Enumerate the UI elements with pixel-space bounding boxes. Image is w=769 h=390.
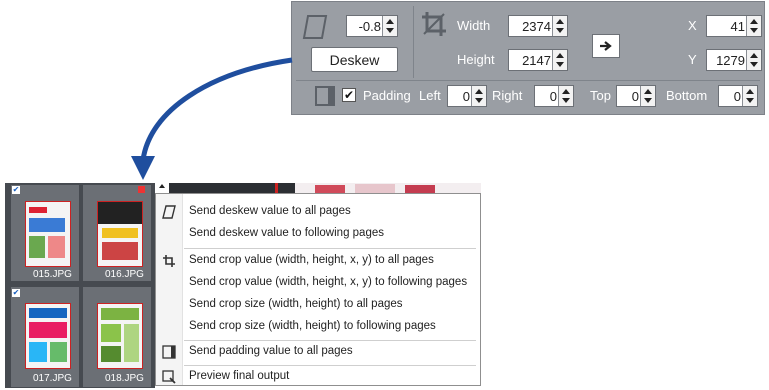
padding-icon <box>162 345 176 359</box>
page-preview <box>25 201 71 267</box>
thumbnail-filename: 016.JPG <box>105 269 144 280</box>
thumbnail-filename: 018.JPG <box>105 373 144 384</box>
page-preview <box>97 303 143 369</box>
thumbnail-filename: 017.JPG <box>33 373 72 384</box>
menu-divider <box>184 365 476 366</box>
menu-item-send-deskew-all[interactable]: Send deskew value to all pages <box>189 205 351 217</box>
thumbnail-checkbox[interactable]: ✔ <box>12 186 20 194</box>
thumbnail-panel: ✔ 015.JPG 016.JPG ✔ 017.JPG 018.JPG <box>5 183 155 388</box>
menu-item-send-crop-value-following[interactable]: Send crop value (width, height, x, y) to… <box>189 276 467 288</box>
menu-divider <box>184 340 476 341</box>
preview-icon <box>162 370 176 384</box>
scroll-up-icon[interactable] <box>159 184 165 188</box>
deskew-icon <box>162 205 176 219</box>
close-icon[interactable] <box>138 186 145 193</box>
menu-item-send-crop-value-all[interactable]: Send crop value (width, height, x, y) to… <box>189 254 434 266</box>
menu-divider <box>184 248 476 249</box>
thumbnail-filename: 015.JPG <box>33 269 72 280</box>
thumbnail-checkbox[interactable]: ✔ <box>12 289 20 297</box>
page-preview <box>97 201 143 267</box>
page-canvas-strip <box>155 183 481 193</box>
page-preview <box>25 303 71 369</box>
menu-item-send-crop-size-following[interactable]: Send crop size (width, height) to follow… <box>189 320 436 332</box>
menu-item-send-padding-all[interactable]: Send padding value to all pages <box>189 345 353 357</box>
menu-item-send-crop-size-all[interactable]: Send crop size (width, height) to all pa… <box>189 298 403 310</box>
menu-item-preview-final-output[interactable]: Preview final output <box>189 370 289 382</box>
menu-item-send-deskew-following[interactable]: Send deskew value to following pages <box>189 227 384 239</box>
send-values-context-menu: Send deskew value to all pages Send desk… <box>155 193 481 386</box>
crop-icon <box>163 255 175 267</box>
